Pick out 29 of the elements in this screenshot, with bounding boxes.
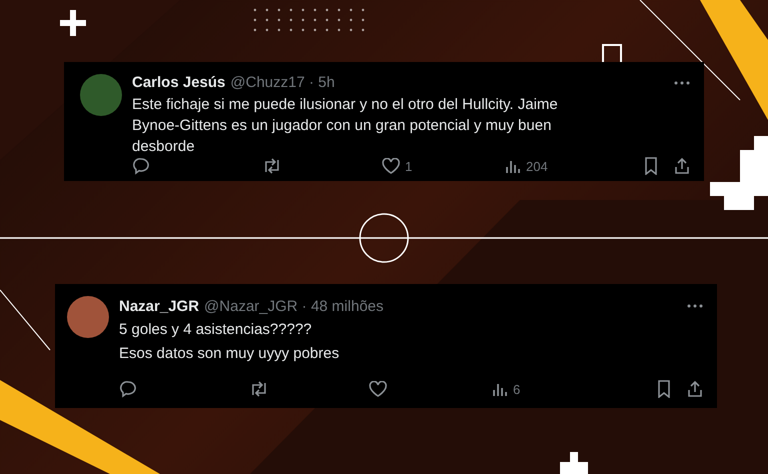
- share-icon[interactable]: [674, 157, 690, 175]
- repost-icon[interactable]: [262, 157, 282, 175]
- more-options-icon[interactable]: [687, 304, 703, 308]
- author-handle-time: @Chuzz17 · 5h: [230, 74, 335, 91]
- author-name[interactable]: Nazar_JGR: [119, 298, 200, 314]
- author-handle-time: @Nazar_JGR · 48 milhões: [204, 298, 384, 314]
- repost-icon[interactable]: [249, 380, 269, 398]
- bookmark-icon[interactable]: [644, 157, 658, 175]
- like-icon[interactable]: [369, 381, 387, 397]
- views-icon[interactable]: [492, 381, 508, 397]
- like-icon[interactable]: [382, 158, 400, 174]
- diagonal-line: [0, 290, 50, 350]
- avatar-photo-placeholder: [67, 296, 109, 338]
- avatar-photo-placeholder: [80, 74, 122, 116]
- author-name[interactable]: Carlos Jesús: [132, 74, 226, 91]
- bookmark-icon[interactable]: [657, 380, 671, 398]
- more-options-icon[interactable]: [674, 80, 690, 84]
- views-count: 6: [513, 382, 520, 396]
- tweet-text: Esos datos son muy uyyy pobres: [119, 344, 340, 364]
- reply-icon[interactable]: [119, 380, 137, 398]
- tweet-text: Este fichaje si me puede ilusionar y no el otro del Hullcity. Jaime Bynoe-Gittens es un jugador con un gran potencial y muy buen desborde: [132, 95, 559, 157]
- share-icon[interactable]: [687, 380, 703, 398]
- blocky-shape: [560, 452, 588, 474]
- views-icon[interactable]: [505, 158, 521, 174]
- plus-shape: [60, 10, 86, 36]
- like-count: 1: [405, 158, 412, 174]
- views-count: 204: [526, 158, 548, 174]
- reply-icon[interactable]: [132, 157, 150, 175]
- tweet-text: 5 goles y 4 asistencias?????: [119, 320, 313, 340]
